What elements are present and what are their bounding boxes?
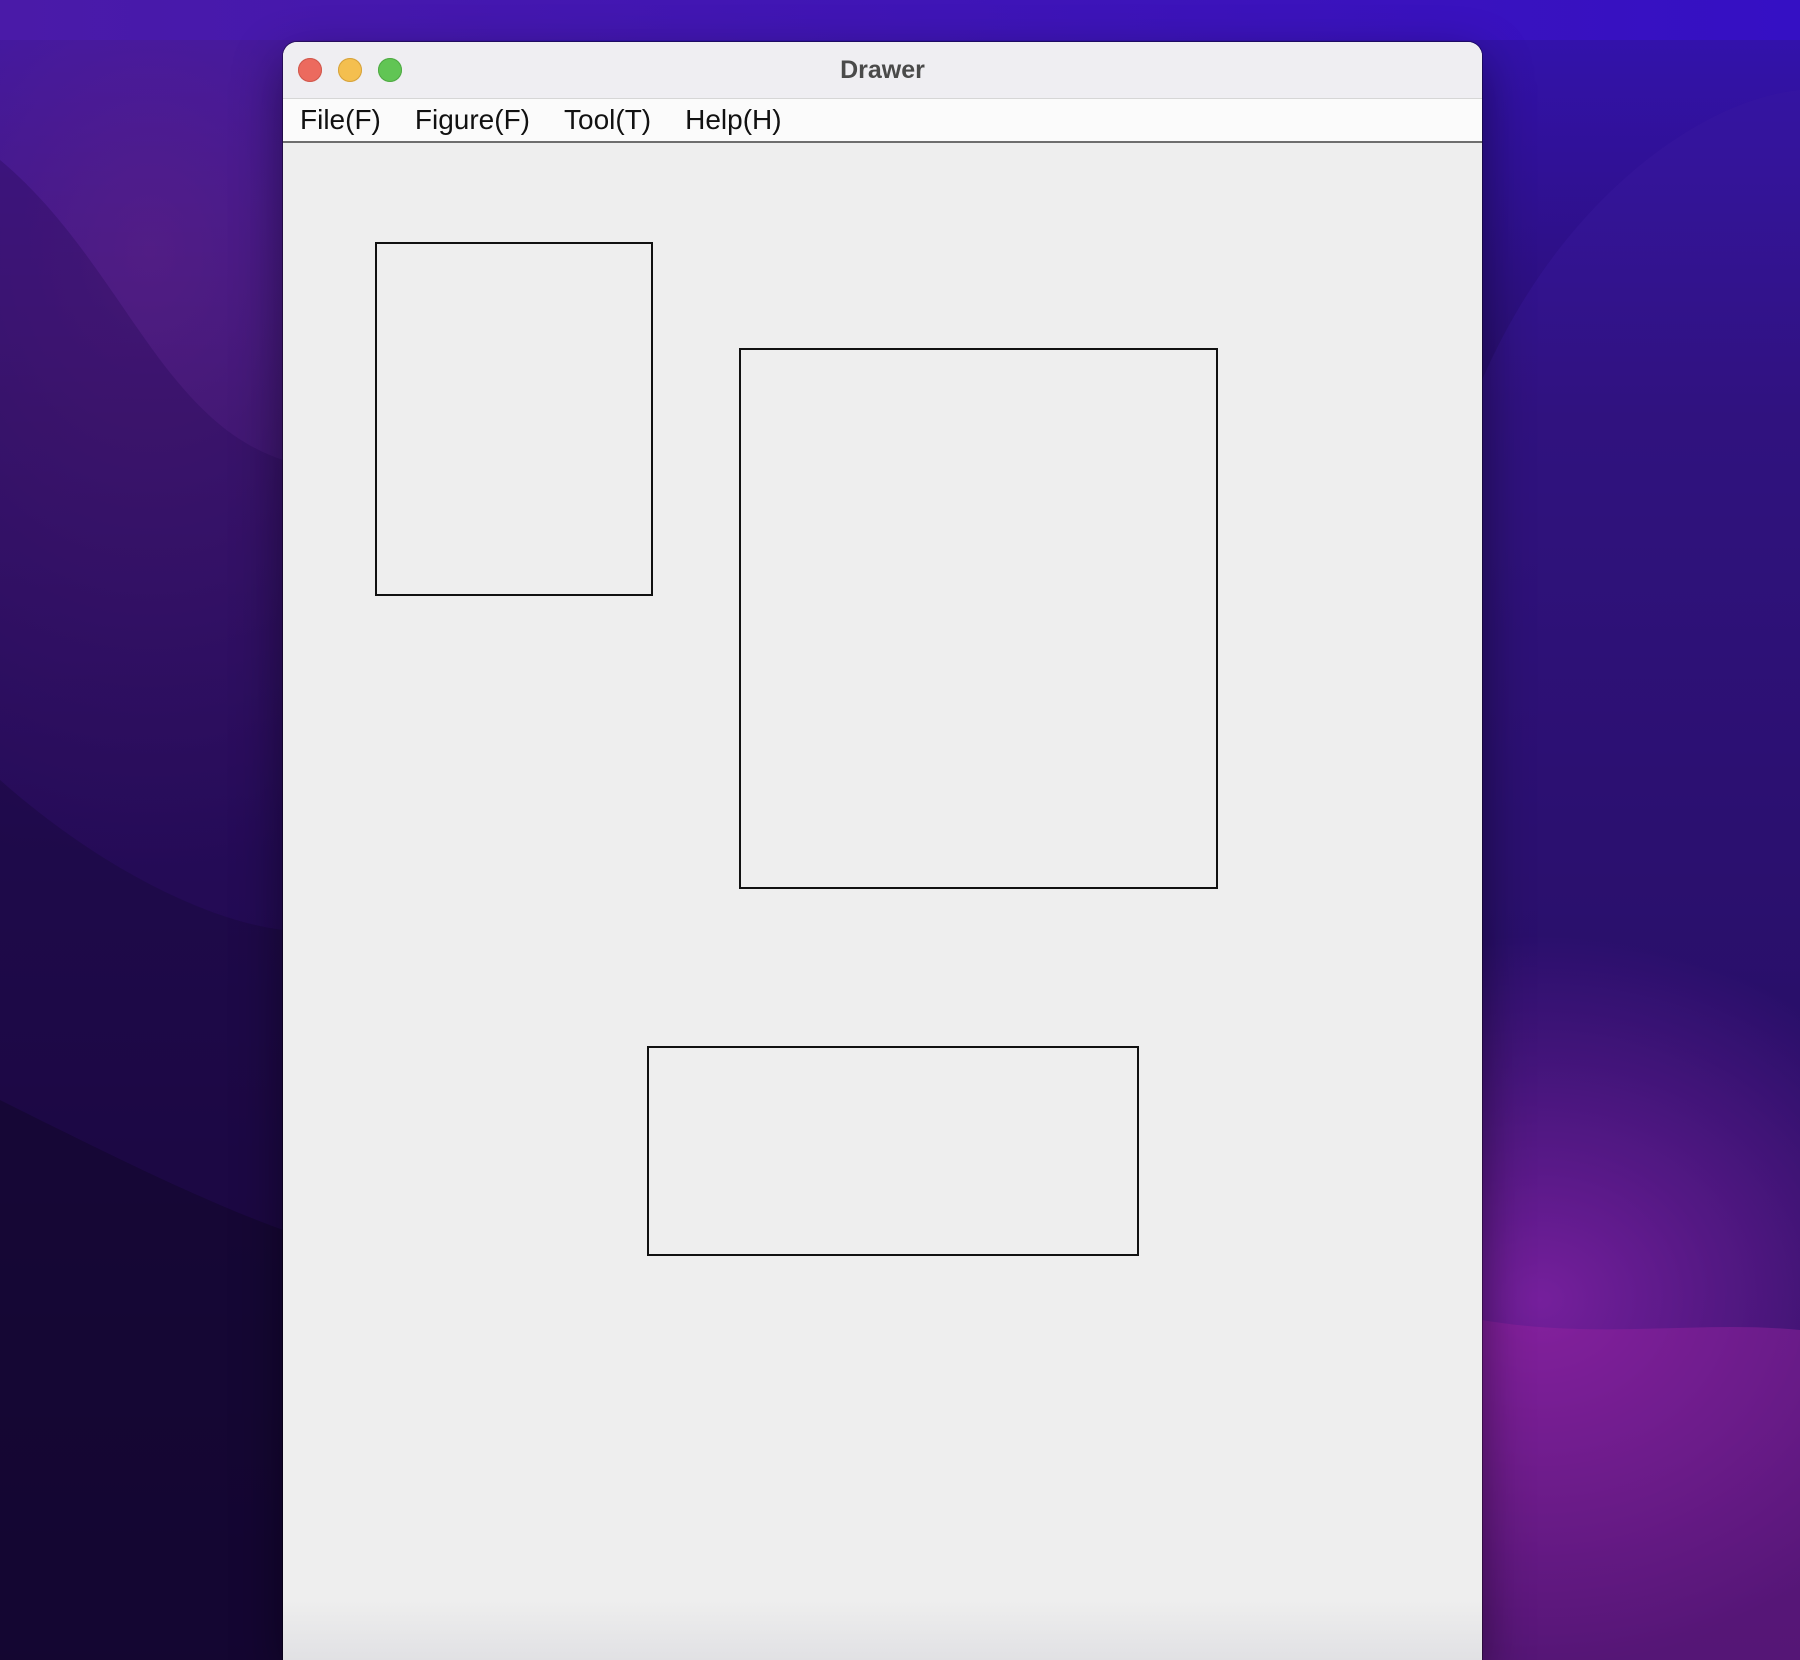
menu-file[interactable]: File(F) (283, 99, 398, 141)
window-bottom-shade (283, 1600, 1482, 1660)
drawing-canvas[interactable] (283, 143, 1482, 1660)
menu-bar: File(F) Figure(F) Tool(T) Help(H) (283, 99, 1482, 143)
rectangle-shape[interactable] (739, 348, 1218, 889)
menu-figure[interactable]: Figure(F) (398, 99, 547, 141)
title-bar[interactable]: Drawer (283, 42, 1482, 99)
drawer-window: Drawer File(F) Figure(F) Tool(T) Help(H) (283, 42, 1482, 1660)
menu-help[interactable]: Help(H) (668, 99, 798, 141)
window-title: Drawer (840, 56, 925, 84)
rectangle-shape[interactable] (375, 242, 653, 596)
rectangle-shape[interactable] (647, 1046, 1139, 1256)
menu-tool[interactable]: Tool(T) (547, 99, 668, 141)
